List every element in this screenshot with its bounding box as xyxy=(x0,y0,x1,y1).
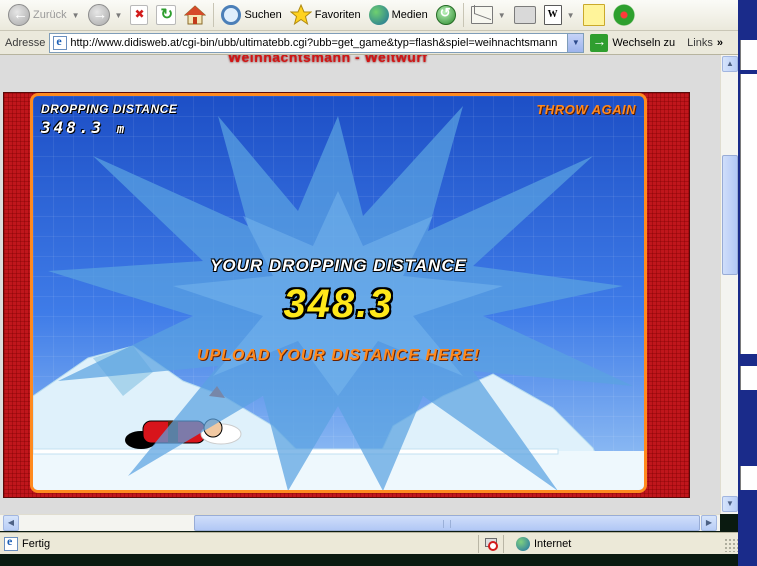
home-button[interactable] xyxy=(180,2,210,28)
status-divider xyxy=(503,534,504,553)
horizontal-scrollbar[interactable]: ◀ ▶ xyxy=(0,514,720,531)
security-zone-label: Internet xyxy=(534,537,572,550)
page-heading: Weihnachtsmann - Weitwurf xyxy=(228,55,428,65)
result-heading: YOUR DROPPING DISTANCE xyxy=(210,256,467,275)
history-button[interactable] xyxy=(432,2,460,28)
horizontal-scroll-thumb[interactable] xyxy=(194,515,700,531)
mail-button[interactable]: ▼ xyxy=(467,2,510,28)
edit-word-icon: W xyxy=(543,5,562,25)
browser-window: Zurück ▼ ▼ Suchen Favoriten xyxy=(0,0,757,566)
internet-globe-icon xyxy=(516,536,530,551)
back-button[interactable]: Zurück ▼ xyxy=(4,2,84,28)
links-button[interactable]: Links xyxy=(687,37,713,49)
upload-distance-button[interactable]: UPLOAD YOUR DISTANCE HERE! xyxy=(33,347,644,365)
messenger-flower-icon xyxy=(612,4,635,26)
refresh-button[interactable] xyxy=(152,2,180,28)
edit-dropdown-icon[interactable]: ▼ xyxy=(567,11,575,20)
toolbar-separator xyxy=(213,3,215,27)
favorites-button[interactable]: Favoriten xyxy=(286,2,365,28)
back-label: Zurück xyxy=(33,9,67,21)
distance-label: DROPPING DISTANCE xyxy=(41,102,178,116)
stop-button[interactable] xyxy=(126,2,152,28)
throw-again-button[interactable]: THROW AGAIN xyxy=(536,102,636,117)
go-button[interactable]: Wechseln zu xyxy=(590,33,676,52)
game-stage[interactable]: DROPPING DISTANCE 348.3 m THROW AGAIN YO… xyxy=(30,93,647,493)
favorites-label: Favoriten xyxy=(314,9,361,21)
media-button[interactable]: Medien xyxy=(365,2,432,28)
go-label: Wechseln zu xyxy=(612,36,676,49)
toolbar-separator xyxy=(462,3,464,27)
mail-dropdown-icon[interactable]: ▼ xyxy=(498,11,506,20)
go-arrow-icon xyxy=(590,33,609,52)
note-icon xyxy=(582,4,605,26)
edit-button[interactable]: W ▼ xyxy=(540,2,579,28)
search-icon xyxy=(221,5,242,25)
page-viewport: Weihnachtsmann - Weitwurf DROPPING DISTA… xyxy=(0,55,720,514)
media-label: Medien xyxy=(391,9,428,21)
status-divider xyxy=(478,534,479,553)
scroll-grip xyxy=(443,520,451,528)
search-label: Suchen xyxy=(244,9,282,21)
note-button[interactable] xyxy=(579,2,609,28)
scroll-left-arrow-icon[interactable]: ◀ xyxy=(3,515,19,531)
background-window-panel xyxy=(740,366,757,390)
vertical-scroll-thumb[interactable] xyxy=(722,155,738,275)
favorites-star-icon xyxy=(289,3,313,26)
address-field[interactable]: http://www.didisweb.at/cgi-bin/ubb/ultim… xyxy=(49,32,585,53)
page-icon xyxy=(53,34,68,50)
print-icon xyxy=(513,6,536,24)
blocked-popup-icon[interactable] xyxy=(483,537,499,551)
vertical-scrollbar[interactable]: ▲ ▼ xyxy=(720,55,738,514)
address-label: Adresse xyxy=(5,36,46,49)
background-window-panel xyxy=(740,104,757,354)
mail-icon xyxy=(470,6,493,24)
media-icon xyxy=(368,5,389,25)
distance-readout: 348.3 m xyxy=(41,118,124,137)
messenger-button[interactable] xyxy=(609,2,639,28)
scroll-down-arrow-icon[interactable]: ▼ xyxy=(722,496,738,512)
refresh-icon xyxy=(156,5,177,25)
background-window xyxy=(738,0,757,566)
distance-unit: m xyxy=(116,122,125,136)
history-icon xyxy=(435,5,456,25)
status-text: Fertig xyxy=(22,537,51,550)
flash-game-frame[interactable]: DROPPING DISTANCE 348.3 m THROW AGAIN YO… xyxy=(3,92,690,498)
result-value: 348.3 xyxy=(283,282,394,326)
print-button[interactable] xyxy=(510,2,540,28)
forward-dropdown-icon[interactable]: ▼ xyxy=(115,11,123,20)
desktop-background xyxy=(0,554,738,566)
forward-button[interactable]: ▼ xyxy=(84,2,127,28)
back-icon xyxy=(8,4,30,26)
distance-value: 348.3 xyxy=(41,118,105,137)
standard-toolbar: Zurück ▼ ▼ Suchen Favoriten xyxy=(0,0,738,31)
address-dropdown-icon[interactable]: ▼ xyxy=(567,33,584,52)
stop-icon xyxy=(130,5,149,25)
back-dropdown-icon[interactable]: ▼ xyxy=(72,11,80,20)
resize-grip[interactable] xyxy=(724,538,738,552)
background-window-panel xyxy=(740,74,757,104)
scroll-up-arrow-icon[interactable]: ▲ xyxy=(722,56,738,72)
background-window-panel xyxy=(740,466,757,490)
forward-icon xyxy=(87,4,110,26)
address-url[interactable]: http://www.didisweb.at/cgi-bin/ubb/ultim… xyxy=(70,37,567,49)
page-status-icon xyxy=(4,534,18,551)
status-bar: Fertig Internet xyxy=(0,532,738,554)
search-button[interactable]: Suchen xyxy=(217,2,285,28)
scroll-right-arrow-icon[interactable]: ▶ xyxy=(701,515,717,531)
home-icon xyxy=(184,5,207,25)
links-chevron-icon[interactable]: » xyxy=(717,37,723,49)
background-window-panel xyxy=(740,40,757,70)
address-bar: Adresse http://www.didisweb.at/cgi-bin/u… xyxy=(0,31,738,55)
